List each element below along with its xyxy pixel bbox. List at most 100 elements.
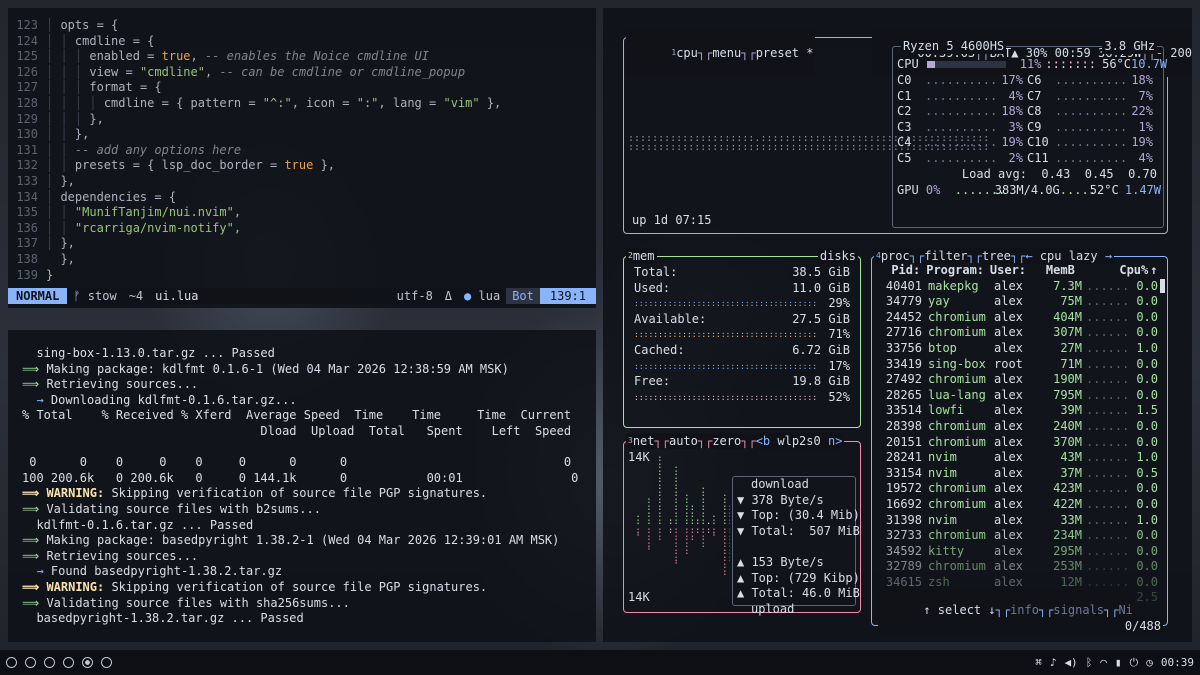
col-pid[interactable]: Pid: — [872, 263, 926, 279]
proc-row[interactable]: 24452 chromium alex 404M...... 0.0 — [872, 310, 1158, 326]
workspace-3[interactable] — [44, 657, 55, 668]
code-line[interactable]: 135 │ │ "MunifTanjim/nui.nvim", — [8, 205, 596, 221]
workspace-1[interactable] — [6, 657, 17, 668]
terminal-window[interactable]: sing-box-1.13.0.tar.gz ... Passed ⟹ Makin… — [8, 330, 596, 642]
col-mem[interactable]: MemB — [1032, 263, 1075, 279]
code-line[interactable]: 136 │ │ "rcarriga/nvim-notify", — [8, 221, 596, 237]
workspace-4[interactable] — [63, 657, 74, 668]
proc-row[interactable]: 19572 chromium alex 423M...... 0.0 — [872, 481, 1158, 497]
proc-row[interactable]: 27716 chromium alex 307M...... 0.0 — [872, 325, 1158, 341]
code-line[interactable]: 130 │ │ }, — [8, 127, 596, 143]
proc-row[interactable]: 33154 nvim alex 37M...... 0.5 — [872, 466, 1158, 482]
proc-row[interactable]: 27492 chromium alex 190M...... 0.0 — [872, 372, 1158, 388]
proc-row[interactable]: 34779 yay alex 75M...... 0.0 — [872, 294, 1158, 310]
code-editor[interactable]: 123 │ opts = {124 │ │ cmdline = {125 │ │ │ … — [8, 8, 596, 283]
code-line[interactable]: 129 │ │ │ }, — [8, 112, 596, 128]
taskbar-clock[interactable]: 00:39 — [1161, 656, 1194, 669]
code-line[interactable]: 133 │ }, — [8, 174, 596, 190]
code-line[interactable]: 125 │ │ │ enabled = true, -- enables the … — [8, 49, 596, 65]
code-line[interactable]: 127 │ │ │ format = { — [8, 80, 596, 96]
proc-info[interactable]: info — [1010, 603, 1039, 617]
proc-select[interactable]: ↑ select ↓ — [923, 603, 995, 617]
tab-menu[interactable]: menu — [712, 46, 741, 60]
tab-proc[interactable]: proc — [881, 249, 910, 263]
workspace-6[interactable] — [101, 657, 112, 668]
code-line[interactable]: 134 │ dependencies = { — [8, 190, 596, 206]
proc-rows[interactable]: 40401 makepkg alex 7.3M...... 0.0 34779 yay ale… — [872, 279, 1158, 606]
code-line[interactable]: 124 │ │ cmdline = { — [8, 34, 596, 50]
tab-cpu[interactable]: cpu — [676, 46, 698, 60]
volume-icon[interactable]: ◀) — [1064, 656, 1077, 669]
mem-value: 38.5 GiB — [792, 265, 850, 279]
proc-row[interactable]: 16692 chromium alex 422M...... 0.0 — [872, 497, 1158, 513]
proc-row[interactable]: 31398 nvim alex 33M...... 1.0 — [872, 513, 1158, 529]
net-zero-toggle[interactable]: zero — [712, 434, 741, 448]
core-label: C11 — [1027, 150, 1049, 165]
workspace-5[interactable] — [82, 657, 93, 668]
proc-row[interactable]: 33419 sing-box root 71M...... 0.0 — [872, 357, 1158, 373]
proc-row[interactable]: 40401 makepkg alex 7.3M...... 0.0 — [872, 279, 1158, 295]
proc-nice[interactable]: Ni — [1118, 603, 1132, 617]
wifi-icon[interactable]: ◠ — [1100, 656, 1107, 669]
net-next-iface[interactable]: n> — [828, 434, 842, 448]
btop-window[interactable]: 1cpu┐┌menu┐┌preset * 00:39:03┐┌BAT▲ 30% … — [603, 8, 1192, 642]
mic-icon[interactable]: ♪ — [1050, 656, 1057, 669]
proc-row[interactable]: 32733 chromium alex 234M...... 0.0 — [872, 528, 1158, 544]
battery-icon[interactable]: ▮ — [1115, 656, 1122, 669]
sort-prev[interactable]: ← — [1025, 249, 1032, 263]
col-program[interactable]: Program: — [926, 263, 990, 279]
code-line[interactable]: 138 }, — [8, 252, 596, 268]
proc-user: alex — [994, 418, 1023, 433]
core-label: C7 — [1027, 88, 1042, 103]
proc-row[interactable]: 32789 chromium alex 253M...... 0.0 — [872, 559, 1158, 575]
tab-preset[interactable]: preset * — [756, 46, 814, 60]
code-line[interactable]: 128 │ │ │ │ cmdline = { pattern = "^:", i… — [8, 96, 596, 112]
proc-row[interactable]: 20151 chromium alex 370M...... 0.0 — [872, 435, 1158, 451]
code-line[interactable]: 139} — [8, 268, 596, 284]
power-icon[interactable]: ⏻ — [1130, 656, 1139, 670]
proc-signals[interactable]: signals — [1053, 603, 1104, 617]
gamepad-icon[interactable]: ⌘ — [1035, 656, 1042, 669]
proc-cpu-graph: ...... — [1086, 450, 1130, 465]
sort-next[interactable]: → — [1105, 249, 1112, 263]
code-line[interactable]: 131 │ │ -- add any options here — [8, 143, 596, 159]
proc-filter[interactable]: filter — [924, 249, 967, 263]
directory-indicator: ~4 — [128, 289, 144, 303]
proc-cpu: 0.5 — [1136, 465, 1158, 480]
terminal-text: sing-box-1.13.0.tar.gz ... Passed — [22, 346, 275, 360]
col-user[interactable]: User: — [990, 263, 1032, 279]
proc-user: alex — [994, 325, 1023, 340]
tab-mem[interactable]: mem — [633, 249, 655, 263]
proc-cpu-graph: ...... — [1086, 325, 1130, 340]
proc-row[interactable]: 33514 lowfi alex 39M...... 1.5 — [872, 403, 1158, 419]
tab-disks[interactable]: disks — [817, 248, 858, 264]
proc-cpu: 0.0 — [1136, 372, 1158, 387]
code-line[interactable]: 137 │ }, — [8, 236, 596, 252]
warn-arrow-icon: ⟹ — [22, 486, 47, 501]
proc-row[interactable]: 28398 chromium alex 240M...... 0.0 — [872, 419, 1158, 435]
proc-row[interactable]: 28265 lua-lang alex 795M...... 0.0 — [872, 388, 1158, 404]
proc-row[interactable]: 28241 nvim alex 43M...... 1.0 — [872, 450, 1158, 466]
bluetooth-icon[interactable]: ᛒ — [1086, 656, 1093, 669]
line-content: │ │ "MunifTanjim/nui.nvim", — [46, 205, 596, 221]
line-number: 131 — [16, 142, 38, 157]
col-cpu[interactable]: Cpu% — [1115, 263, 1148, 279]
net-prev-iface[interactable]: <b — [756, 434, 770, 448]
indent-guide: │ — [46, 158, 61, 173]
workspace-2[interactable] — [25, 657, 36, 668]
proc-tree-toggle[interactable]: tree — [982, 249, 1011, 263]
net-auto-toggle[interactable]: auto — [669, 434, 698, 448]
code-line[interactable]: 132 │ │ presets = { lsp_doc_border = true… — [8, 158, 596, 174]
code-token: -- enables the Noice cmdline UI — [204, 49, 429, 64]
nvim-window[interactable]: 123 │ opts = {124 │ │ cmdline = {125 │ │ │ … — [8, 8, 596, 308]
code-token: = { — [125, 158, 162, 173]
proc-row[interactable]: 33756 btop alex 27M...... 1.0 — [872, 341, 1158, 357]
proc-row[interactable]: 34592 kitty alex 295M...... 0.0 — [872, 544, 1158, 560]
proc-scrollbar[interactable] — [1160, 279, 1165, 293]
tab-net[interactable]: net — [633, 434, 655, 448]
indent-guide: │ — [60, 142, 75, 157]
code-line[interactable]: 123 │ opts = { — [8, 18, 596, 34]
proc-table[interactable]: Pid: Program: User: MemB Cpu% ↑ 40401 mak… — [872, 263, 1158, 606]
code-line[interactable]: 126 │ │ │ view = "cmdline", -- can be cmd… — [8, 65, 596, 81]
proc-sort[interactable]: cpu lazy — [1040, 249, 1098, 263]
